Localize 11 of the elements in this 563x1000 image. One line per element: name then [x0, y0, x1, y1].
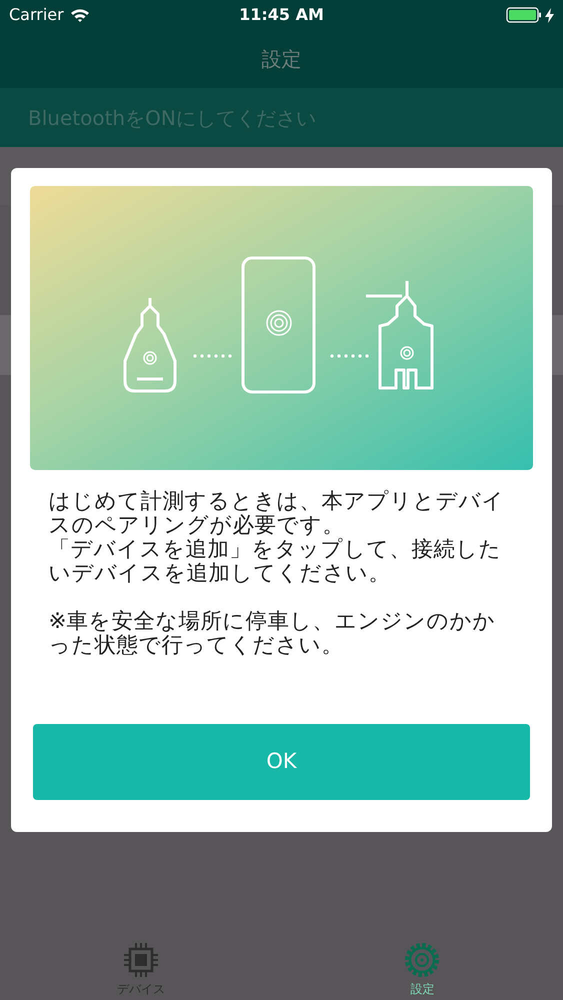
charging-icon — [545, 8, 554, 22]
carrier-label: Carrier — [9, 4, 64, 26]
dialog-message: ※車を安全な場所に停車し、エンジンのかかった状態で行ってください。 — [48, 610, 497, 658]
ok-button[interactable]: OK — [33, 724, 530, 800]
clock-label: 11:45 AM — [239, 4, 324, 26]
tab[interactable]: 設定 — [282, 940, 563, 998]
screen-title: 設定 — [262, 46, 302, 73]
wifi-icon — [70, 8, 90, 22]
dialog-message: はじめて計測するときは、本アプリとデバイスのペアリングが必要です。 — [48, 490, 506, 538]
battery-icon — [506, 7, 542, 23]
dialog-message: 「デバイスを追加」をタップして、接続したいデバイスを追加してください。 — [48, 538, 502, 586]
